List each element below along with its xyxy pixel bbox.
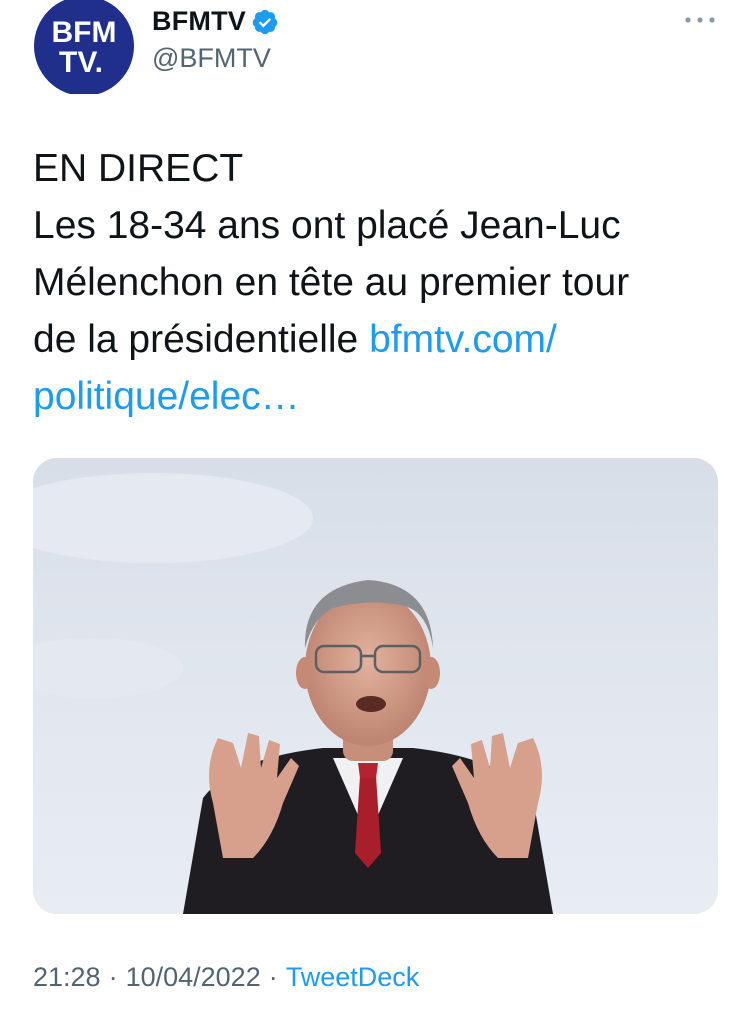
handle[interactable]: @BFMTV [152, 43, 271, 74]
svg-text:TV.: TV. [59, 46, 103, 79]
avatar-logo-text: BFM [52, 16, 117, 49]
tweet-text-fragment: de la présidentielle [33, 318, 370, 361]
tweet-line: EN DIRECT [33, 147, 244, 190]
display-name[interactable]: BFMTV [152, 6, 246, 37]
tweet-date[interactable]: 10/04/2022 [126, 962, 261, 992]
tweet-photo[interactable] [33, 458, 718, 914]
tweet-line-link: politique/elec… [33, 368, 723, 425]
meta-separator: · [268, 962, 278, 992]
tweet-link-continued[interactable]: politique/elec… [33, 375, 300, 418]
meta-separator: · [108, 962, 118, 992]
author-name-row[interactable]: BFMTV [152, 6, 279, 37]
verified-badge-icon [251, 8, 279, 36]
tweet-line: Les 18-34 ans ont placé Jean-Luc [33, 204, 621, 247]
more-horizontal-icon[interactable] [682, 8, 718, 32]
tweet-source[interactable]: TweetDeck [286, 962, 420, 992]
tweet-line-with-link: de la présidentielle bfmtv.com/ [33, 311, 723, 368]
avatar[interactable]: BFM TV. [33, 0, 136, 94]
tweet-text: EN DIRECT Les 18-34 ans ont placé Jean-L… [33, 140, 723, 425]
tweet-line: Mélenchon en tête au premier tour [33, 261, 630, 304]
tweet-time[interactable]: 21:28 [33, 962, 101, 992]
tweet-link[interactable]: bfmtv.com/ [369, 318, 557, 361]
tweet-meta: 21:28 · 10/04/2022 · TweetDeck [33, 962, 419, 993]
